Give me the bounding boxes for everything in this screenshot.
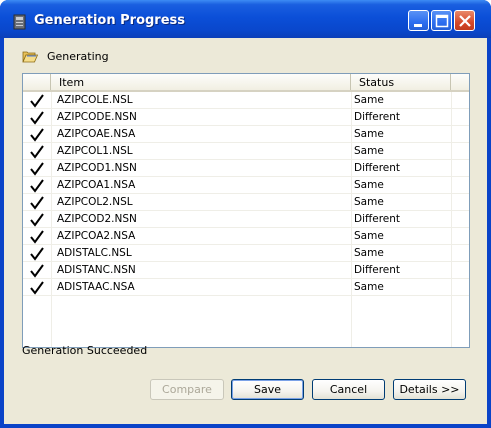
row-item-name: AZIPCOA1.NSA: [57, 179, 136, 191]
row-item-name: AZIPCOLE.NSL: [57, 94, 133, 106]
table-header: Item Status: [23, 74, 469, 92]
table-row[interactable]: AZIPCOL2.NSL Same: [23, 194, 469, 211]
row-status: Same: [354, 94, 384, 106]
row-status: Same: [354, 128, 384, 140]
checkmark-icon: [29, 263, 45, 279]
minimize-button[interactable]: [408, 10, 429, 31]
checkmark-icon: [29, 110, 45, 126]
table-row[interactable]: AZIPCOA1.NSA Same: [23, 177, 469, 194]
window-title: Generation Progress: [34, 13, 186, 28]
dialog-window: Generation Progress Generating Item Stat…: [0, 0, 491, 428]
cancel-button[interactable]: Cancel: [312, 379, 385, 400]
checkmark-icon: [29, 195, 45, 211]
compare-button[interactable]: Compare: [150, 379, 224, 400]
generator-icon: [12, 14, 28, 30]
details-button[interactable]: Details >>: [393, 379, 466, 400]
table-row[interactable]: AZIPCOA2.NSA Same: [23, 228, 469, 245]
row-item-name: ADISTALC.NSL: [57, 247, 132, 259]
save-button[interactable]: Save: [231, 379, 304, 400]
column-header-filler: [451, 74, 469, 90]
table-row[interactable]: AZIPCOAE.NSA Same: [23, 126, 469, 143]
section-label: Generating: [47, 50, 109, 63]
results-table[interactable]: Item Status AZIPCOLE.NSL Same AZIPCODE.NSN…: [22, 73, 470, 348]
row-item-name: AZIPCOD2.NSN: [57, 213, 137, 225]
status-message: Generation Succeeded: [22, 344, 148, 357]
row-status: Same: [354, 179, 384, 191]
row-status: Same: [354, 230, 384, 242]
checkmark-icon: [29, 127, 45, 143]
table-row[interactable]: AZIPCOD1.NSN Different: [23, 160, 469, 177]
row-status: Different: [354, 111, 401, 123]
row-item-name: AZIPCOA2.NSA: [57, 230, 136, 242]
checkmark-icon: [29, 93, 45, 109]
row-status: Same: [354, 281, 384, 293]
row-status: Different: [354, 162, 401, 174]
column-header-check[interactable]: [23, 74, 51, 90]
table-row[interactable]: AZIPCOL1.NSL Same: [23, 143, 469, 160]
column-header-item-label: Item: [59, 76, 85, 89]
checkmark-icon: [29, 178, 45, 194]
row-item-name: AZIPCOL1.NSL: [57, 145, 133, 157]
checkmark-icon: [29, 161, 45, 177]
row-status: Different: [354, 213, 401, 225]
row-item-name: AZIPCODE.NSN: [57, 111, 137, 123]
close-icon: [459, 15, 471, 27]
open-folder-icon: [22, 49, 39, 63]
row-item-name: AZIPCOAE.NSA: [57, 128, 136, 140]
table-row[interactable]: ADISTALC.NSL Same: [23, 245, 469, 262]
row-status: Same: [354, 145, 384, 157]
table-row[interactable]: AZIPCODE.NSN Different: [23, 109, 469, 126]
table-row[interactable]: ADISTANC.NSN Different: [23, 262, 469, 279]
title-bar[interactable]: Generation Progress: [0, 0, 491, 38]
maximize-icon: [435, 14, 449, 28]
checkmark-icon: [29, 280, 45, 296]
column-header-status[interactable]: Status: [351, 74, 451, 90]
checkmark-icon: [29, 246, 45, 262]
row-status: Same: [354, 247, 384, 259]
minimize-icon: [414, 24, 422, 27]
row-item-name: ADISTAAC.NSA: [57, 281, 135, 293]
row-item-name: AZIPCOL2.NSL: [57, 196, 133, 208]
checkmark-icon: [29, 144, 45, 160]
table-body: AZIPCOLE.NSL Same AZIPCODE.NSN Different AZI…: [23, 92, 469, 296]
table-row[interactable]: AZIPCOD2.NSN Different: [23, 211, 469, 228]
maximize-button[interactable]: [431, 10, 452, 31]
checkmark-icon: [29, 229, 45, 245]
row-item-name: AZIPCOD1.NSN: [57, 162, 137, 174]
row-status: Different: [354, 264, 401, 276]
row-status: Same: [354, 196, 384, 208]
close-button[interactable]: [454, 10, 475, 31]
column-header-item[interactable]: Item: [51, 74, 351, 90]
dialog-body: Generating Item Status AZIPCOLE.NSL Same A…: [4, 38, 487, 424]
column-header-status-label: Status: [359, 76, 395, 89]
checkmark-icon: [29, 212, 45, 228]
table-row[interactable]: ADISTAAC.NSA Same: [23, 279, 469, 296]
row-item-name: ADISTANC.NSN: [57, 264, 136, 276]
table-row[interactable]: AZIPCOLE.NSL Same: [23, 92, 469, 109]
